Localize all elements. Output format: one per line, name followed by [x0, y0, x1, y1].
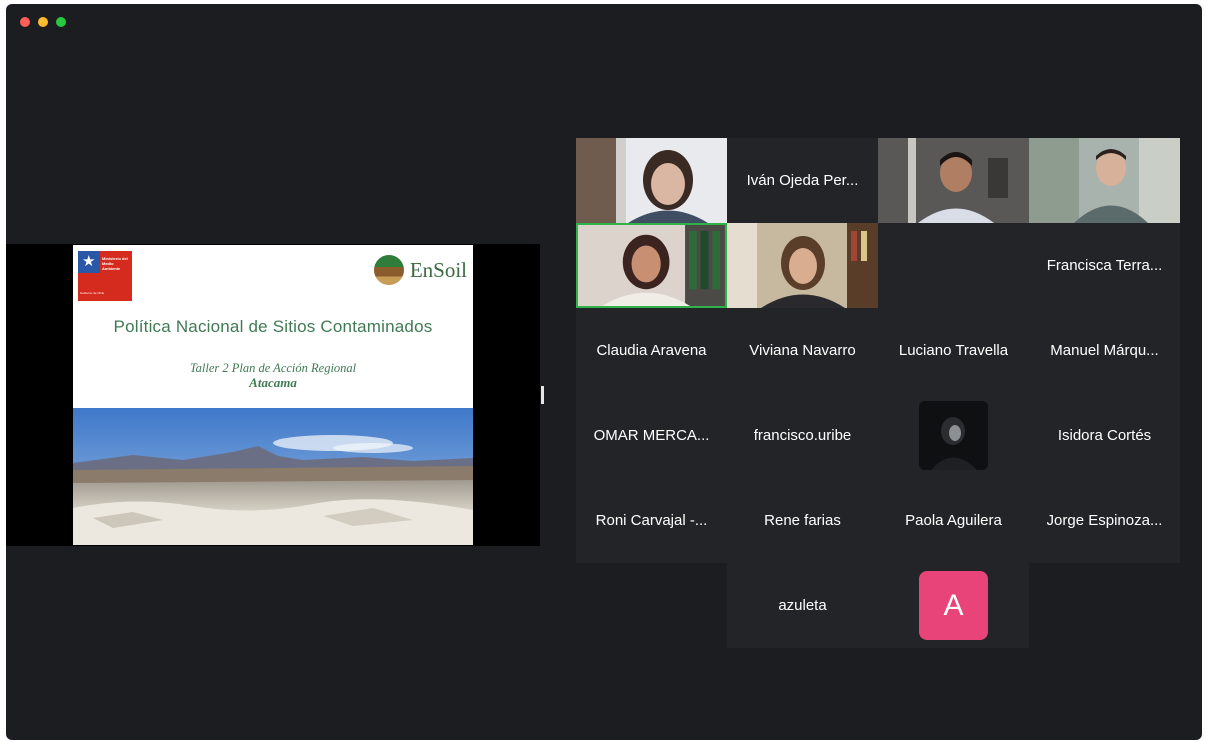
- participant-name-tile[interactable]: azuleta: [727, 563, 878, 648]
- participant-name: Rene farias: [764, 512, 841, 529]
- participant-empty-tile[interactable]: [878, 223, 1029, 308]
- participant-name: Francisca Terra...: [1046, 257, 1163, 274]
- resize-handle[interactable]: [541, 386, 544, 404]
- gallery-row-3: Claudia Aravena Viviana Navarro Luciano …: [576, 308, 1180, 393]
- participant-name-tile[interactable]: Isidora Cortés: [1029, 393, 1180, 478]
- minimize-window-button[interactable]: [38, 17, 48, 27]
- participant-name: Iván Ojeda Per...: [746, 172, 859, 189]
- participant-name-tile[interactable]: Francisca Terra...: [1029, 223, 1180, 308]
- government-logo: ★ Ministerio del Medio Ambiente Gobierno…: [78, 251, 132, 301]
- participant-video-tile[interactable]: [878, 138, 1029, 223]
- participant-name-tile[interactable]: Luciano Travella: [878, 308, 1029, 393]
- gallery-row-4: OMAR MERCA... francisco.uribe Isidora Co…: [576, 393, 1180, 478]
- gallery-row-1: Iván Ojeda Per...: [576, 138, 1180, 223]
- participant-avatar: [919, 401, 988, 470]
- slide-region: Atacama: [249, 375, 297, 390]
- window-controls: [20, 17, 66, 27]
- participant-name: Roni Carvajal -...: [595, 512, 708, 529]
- active-speaker-tile[interactable]: [576, 223, 727, 308]
- slide-subtitle: Taller 2 Plan de Acción Regional: [189, 361, 357, 375]
- participant-name-tile[interactable]: Iván Ojeda Per...: [727, 138, 878, 223]
- participant-video-tile[interactable]: [1029, 138, 1180, 223]
- participant-name: Viviana Navarro: [749, 342, 856, 359]
- participant-initial-avatar: A: [919, 571, 988, 640]
- participant-video-tile[interactable]: [727, 223, 878, 308]
- participant-name: Paola Aguilera: [905, 512, 1002, 529]
- participant-name: Isidora Cortés: [1057, 427, 1152, 444]
- atacama-landscape-photo: [73, 408, 473, 545]
- profile-photo: [919, 401, 988, 470]
- gallery-row-2: Francisca Terra...: [576, 223, 1180, 308]
- participant-name: francisco.uribe: [753, 427, 852, 444]
- participant-avatar-tile[interactable]: A: [878, 563, 1029, 648]
- participant-name: Luciano Travella: [898, 342, 1009, 359]
- zoom-window: ★ Ministerio del Medio Ambiente Gobierno…: [6, 4, 1202, 740]
- participant-name: OMAR MERCA...: [593, 427, 710, 444]
- slide-title: Política Nacional de Sitios Contaminados: [113, 317, 433, 336]
- participant-name-tile[interactable]: francisco.uribe: [727, 393, 878, 478]
- participant-name-tile[interactable]: Jorge Espinoza...: [1029, 478, 1180, 563]
- participant-name: Manuel Márqu...: [1050, 342, 1159, 359]
- participant-video: [878, 138, 1029, 223]
- participant-name-tile[interactable]: Rene farias: [727, 478, 878, 563]
- participant-name: Jorge Espinoza...: [1046, 512, 1163, 529]
- participant-name-tile[interactable]: Viviana Navarro: [727, 308, 878, 393]
- participant-video: [576, 138, 727, 223]
- gallery-row-5: Roni Carvajal -... Rene farias Paola Agu…: [576, 478, 1180, 563]
- gallery-row-6: azuleta A: [727, 563, 1029, 648]
- participant-name: azuleta: [778, 597, 827, 614]
- participant-video: [578, 225, 725, 306]
- ensoil-logo-icon: [373, 255, 404, 285]
- shared-screen[interactable]: ★ Ministerio del Medio Ambiente Gobierno…: [6, 244, 540, 546]
- participant-name-tile[interactable]: Roni Carvajal -...: [576, 478, 727, 563]
- participant-photo-tile[interactable]: [878, 393, 1029, 478]
- participant-video: [727, 223, 878, 308]
- ensoil-brand-text: EnSoil: [409, 257, 467, 282]
- ensoil-logo: EnSoil: [373, 255, 467, 285]
- participant-video: [1029, 138, 1180, 223]
- participant-name-tile[interactable]: Manuel Márqu...: [1029, 308, 1180, 393]
- presentation-slide: ★ Ministerio del Medio Ambiente Gobierno…: [73, 245, 473, 545]
- participant-name-tile[interactable]: Paola Aguilera: [878, 478, 1029, 563]
- participant-name-tile[interactable]: Claudia Aravena: [576, 308, 727, 393]
- participant-name-tile[interactable]: OMAR MERCA...: [576, 393, 727, 478]
- close-window-button[interactable]: [20, 17, 30, 27]
- participant-video-tile[interactable]: [576, 138, 727, 223]
- maximize-window-button[interactable]: [56, 17, 66, 27]
- participant-name: Claudia Aravena: [596, 342, 707, 359]
